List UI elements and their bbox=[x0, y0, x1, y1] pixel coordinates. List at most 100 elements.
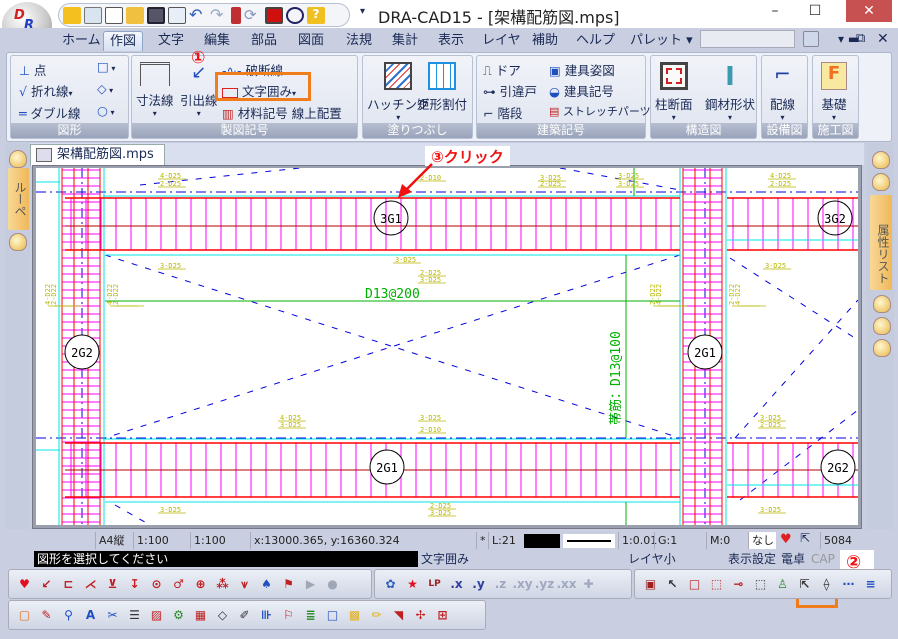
layer-size-toggle[interactable]: レイヤ小 bbox=[628, 551, 676, 567]
dimension-button[interactable]: 寸法線 ▾ bbox=[136, 62, 174, 118]
loupe-panel-icon[interactable] bbox=[9, 150, 27, 168]
zoom-lens-icon[interactable]: ⚲ bbox=[59, 606, 78, 625]
hatch-tool-icon[interactable]: ▨ bbox=[147, 606, 166, 625]
grid-tool-icon[interactable]: ▦ bbox=[191, 606, 210, 625]
tab-help[interactable]: ヘルプ bbox=[570, 31, 621, 51]
color-swatch[interactable] bbox=[524, 534, 560, 548]
text-enclose-tool-icon[interactable]: ✎ bbox=[37, 606, 56, 625]
column-section-button[interactable]: 柱断面 ▾ bbox=[655, 62, 693, 122]
save-icon[interactable] bbox=[147, 6, 165, 24]
select-entity-icon[interactable]: ⇱ bbox=[795, 575, 814, 594]
display-icon[interactable] bbox=[265, 6, 283, 24]
star-icon[interactable]: ★ bbox=[403, 575, 422, 594]
pinwheel-icon[interactable]: ✢ bbox=[411, 606, 430, 625]
wiring-button[interactable]: ⌐ 配線 ▾ bbox=[770, 62, 795, 122]
pencil-icon[interactable]: ✏ bbox=[367, 606, 386, 625]
select-window-icon[interactable]: ⬚ bbox=[751, 575, 770, 594]
tab-palette[interactable]: パレット ▾ bbox=[624, 31, 699, 51]
foundation-button[interactable]: F 基礎 ▾ bbox=[821, 62, 847, 122]
minimize-button[interactable]: – bbox=[755, 0, 795, 22]
refresh-icon[interactable]: ⟳ bbox=[244, 7, 262, 24]
print-preview-icon[interactable] bbox=[168, 6, 186, 24]
line-type-swatch[interactable] bbox=[563, 534, 615, 548]
zoom-window-icon[interactable] bbox=[286, 6, 304, 24]
loupe-panel-tab[interactable]: ルーペ bbox=[8, 168, 29, 230]
layer-stack-icon[interactable]: ☰ bbox=[125, 606, 144, 625]
snap-free-icon[interactable]: ♥ bbox=[15, 575, 34, 594]
snap-spade-icon[interactable]: ♠ bbox=[257, 575, 276, 594]
line-ratio[interactable]: 1:0.01 bbox=[618, 532, 657, 549]
polygon-button[interactable]: ◇ ▾ bbox=[97, 81, 113, 96]
stretch-parts-button[interactable]: ▤ ストレッチパーツ▾ bbox=[549, 103, 655, 119]
qat-customize-icon[interactable]: ▾ bbox=[360, 6, 365, 17]
text-style-icon[interactable]: A bbox=[81, 606, 100, 625]
panel-list-icon[interactable] bbox=[872, 173, 890, 191]
drawing-svg[interactable]: 4-D252-D252-D103-D253-D252-D253-D253-D25… bbox=[36, 167, 859, 526]
snap-divide-icon[interactable]: ⁂ bbox=[213, 575, 232, 594]
snap-flag-icon[interactable]: ⚑ bbox=[279, 575, 298, 594]
select-person-icon[interactable]: ♙ bbox=[773, 575, 792, 594]
tab-regulations[interactable]: 法規 bbox=[340, 31, 378, 51]
layer-panel-icon[interactable] bbox=[9, 233, 27, 251]
ribbon-search-input[interactable] bbox=[700, 30, 795, 48]
open-folder-icon[interactable] bbox=[126, 6, 144, 24]
snap-on-line-icon[interactable]: ↧ bbox=[125, 575, 144, 594]
double-line-button[interactable]: ═ ダブル線 bbox=[19, 103, 81, 122]
rectangle-button[interactable]: □ ▾ bbox=[97, 59, 115, 74]
stamp-icon[interactable]: ⊞ bbox=[433, 606, 452, 625]
axis-yz-button[interactable]: .yz bbox=[535, 575, 554, 594]
mdi-close-icon[interactable]: ✕ bbox=[877, 31, 889, 47]
paper-size[interactable]: A4縦 bbox=[95, 532, 125, 549]
axis-xy-button[interactable]: .xy bbox=[512, 575, 532, 594]
snap-perpendicular-icon[interactable]: ⊻ bbox=[103, 575, 122, 594]
2d3d-icon[interactable] bbox=[63, 6, 81, 24]
snap-tangent-icon[interactable]: ♂ bbox=[169, 575, 188, 594]
select-line-icon[interactable]: ⊸ bbox=[729, 575, 748, 594]
close-button[interactable]: ✕ bbox=[846, 0, 892, 22]
tab-draw[interactable]: 作図 bbox=[103, 31, 144, 51]
tab-aggregate[interactable]: 集計 bbox=[386, 31, 424, 51]
attribute-none[interactable]: なし bbox=[748, 532, 776, 549]
maximize-button[interactable]: ☐ bbox=[795, 0, 835, 22]
fitting-symbol-button[interactable]: ◒ 建具記号 bbox=[549, 81, 614, 100]
snap-disabled-icon[interactable]: ▶ bbox=[301, 575, 320, 594]
tab-view[interactable]: 表示 bbox=[432, 31, 470, 51]
triangle-icon[interactable]: ◥ bbox=[389, 606, 408, 625]
axis-y-button[interactable]: .y bbox=[469, 575, 488, 594]
panel-palette-icon[interactable] bbox=[873, 317, 891, 335]
door-button[interactable]: ⎍ ドア bbox=[483, 60, 521, 79]
undo-icon[interactable]: ↶ bbox=[189, 6, 207, 24]
search-options-icon[interactable] bbox=[803, 31, 819, 47]
tab-home[interactable]: ホーム bbox=[56, 31, 107, 51]
scale-1[interactable]: 1:100 bbox=[133, 532, 169, 549]
polyline-button[interactable]: √ 折れ線▾ bbox=[19, 81, 72, 100]
tab-parts[interactable]: 部品 bbox=[245, 31, 283, 51]
axis-x-button[interactable]: .x bbox=[447, 575, 466, 594]
circle-button[interactable]: ○ ▾ bbox=[97, 103, 114, 118]
snap-endpoint-icon[interactable]: ↙ bbox=[37, 575, 56, 594]
cut-icon[interactable]: ✂ bbox=[103, 606, 122, 625]
tab-drawing[interactable]: 図面 bbox=[292, 31, 330, 51]
display-settings-button[interactable]: 表示設定 bbox=[728, 551, 776, 567]
select-pointer-icon[interactable]: ↖ bbox=[663, 575, 682, 594]
drawing-canvas[interactable]: 4-D25 2-D25 2-D10 3-D25 3-D25 2-D25 3-D25 3-D25… bbox=[36, 167, 859, 526]
flag-icon[interactable]: ⚐ bbox=[279, 606, 298, 625]
snap-center-icon[interactable]: ⊙ bbox=[147, 575, 166, 594]
eraser-icon[interactable]: ◇ bbox=[213, 606, 232, 625]
point-button[interactable]: ⊥ 点 bbox=[19, 60, 46, 79]
heart-icon[interactable]: ♥ bbox=[780, 532, 792, 547]
properties-icon[interactable] bbox=[231, 6, 241, 24]
new-file-icon[interactable] bbox=[105, 6, 123, 24]
sliding-door-button[interactable]: ⊶ 引違戸 bbox=[483, 81, 537, 100]
snap-quadrant-icon[interactable]: ⊕ bbox=[191, 575, 210, 594]
snap-nearest-icon[interactable]: ⩛ bbox=[235, 575, 254, 594]
select-frame-icon[interactable]: ▣ bbox=[641, 575, 660, 594]
axis-z-button[interactable]: .z bbox=[491, 575, 510, 594]
redo-icon[interactable]: ↷ bbox=[210, 6, 228, 24]
lp-button[interactable]: LP bbox=[425, 575, 444, 594]
axis-xx-button[interactable]: .xx bbox=[556, 575, 576, 594]
layout-icon[interactable] bbox=[84, 6, 102, 24]
move-icon[interactable]: ✚ bbox=[579, 575, 598, 594]
menu-list-icon[interactable]: ≡ bbox=[861, 575, 880, 594]
tab-layer[interactable]: レイヤ bbox=[476, 31, 527, 51]
